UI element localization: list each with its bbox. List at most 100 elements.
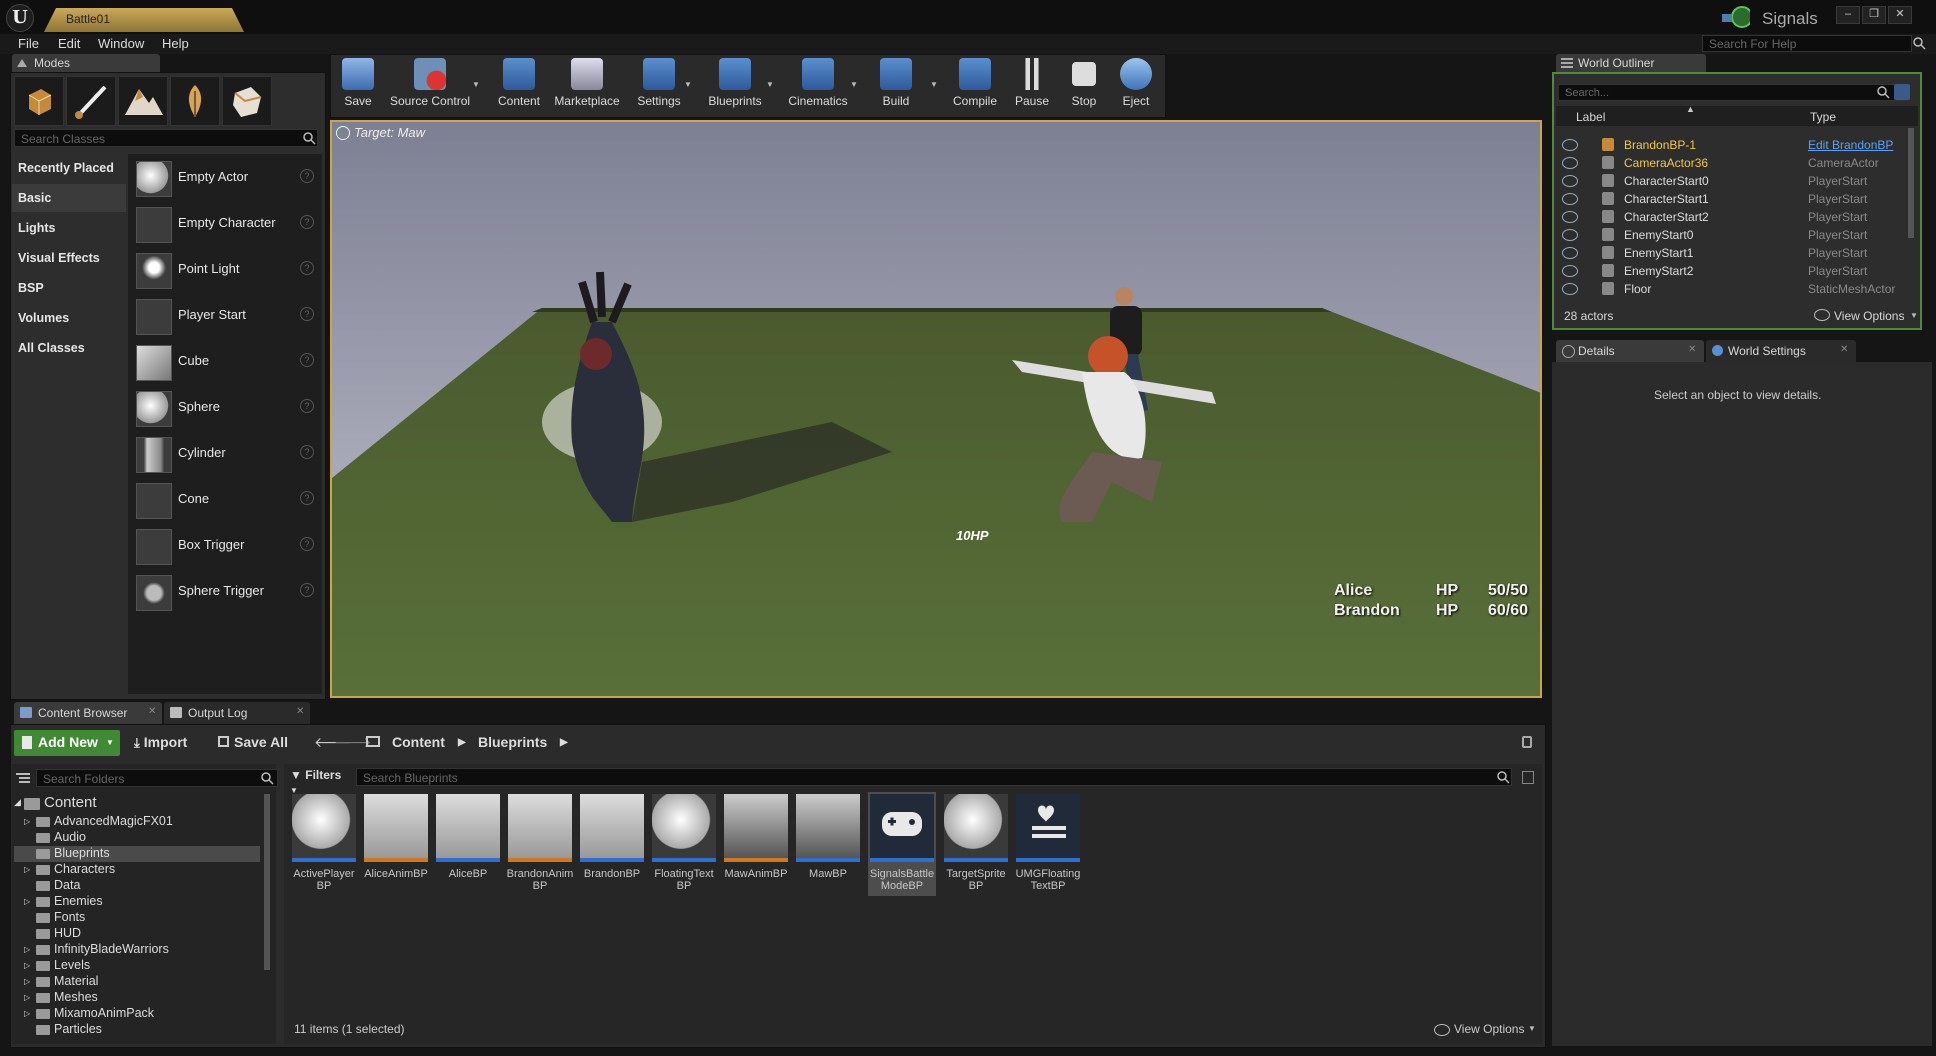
visibility-eye-icon[interactable]: [1562, 211, 1578, 223]
close-tab-icon[interactable]: ✕: [148, 706, 156, 717]
asset-tile[interactable]: ActivePlayer BP: [290, 792, 358, 896]
visibility-eye-icon[interactable]: [1562, 193, 1578, 205]
save-button[interactable]: Save: [340, 58, 376, 114]
collapsed-arrow-icon[interactable]: ▷: [24, 961, 30, 970]
help-icon[interactable]: ?: [300, 537, 314, 551]
blueprints-button[interactable]: Blueprints: [704, 58, 766, 114]
search-folders-input[interactable]: Search Folders: [36, 769, 278, 787]
help-search-input[interactable]: Search For Help: [1702, 35, 1912, 52]
chevron-down-icon[interactable]: ▼: [1528, 1024, 1536, 1033]
eject-button[interactable]: Eject: [1116, 58, 1156, 114]
stop-button[interactable]: Stop: [1064, 58, 1104, 114]
cinematics-dropdown-icon[interactable]: ▼: [850, 80, 858, 89]
chevron-right-icon[interactable]: ▶: [560, 737, 568, 748]
asset-tile[interactable]: BrandonAnim BP: [506, 792, 574, 896]
asset-tile[interactable]: AliceBP: [434, 792, 502, 896]
help-icon[interactable]: ?: [300, 445, 314, 459]
help-icon[interactable]: ?: [300, 261, 314, 275]
asset-tile[interactable]: MawAnimBP: [722, 792, 790, 896]
folder-item[interactable]: ▷ InfinityBladeWarriors: [14, 942, 260, 958]
category-lights[interactable]: Lights: [12, 214, 126, 242]
close-window-button[interactable]: ✕: [1888, 6, 1912, 24]
search-classes-input[interactable]: Search Classes: [14, 129, 318, 147]
class-item[interactable]: Box Trigger?: [132, 522, 320, 568]
type-column-header[interactable]: Type: [1810, 110, 1836, 124]
expanded-arrow-icon[interactable]: ◢: [14, 797, 21, 808]
chevron-down-icon[interactable]: ▼: [1910, 311, 1918, 320]
outliner-row[interactable]: CharacterStart1 PlayerStart: [1556, 190, 1908, 208]
asset-tile[interactable]: FloatingText BP: [650, 792, 718, 896]
marketplace-button[interactable]: Marketplace: [552, 58, 622, 114]
settings-dropdown-icon[interactable]: ▼: [684, 80, 692, 89]
breadcrumb-content[interactable]: Content: [392, 734, 445, 750]
save-all-button[interactable]: Save All: [218, 734, 288, 750]
class-item[interactable]: Cube?: [132, 338, 320, 384]
outliner-row[interactable]: CharacterStart0 PlayerStart: [1556, 172, 1908, 190]
paint-mode-button[interactable]: [66, 76, 116, 126]
category-bsp[interactable]: BSP: [12, 274, 126, 302]
outliner-row[interactable]: CharacterStart2 PlayerStart: [1556, 208, 1908, 226]
asset-view-options[interactable]: View Options: [1454, 1022, 1524, 1036]
folder-item[interactable]: Fonts: [14, 910, 260, 926]
collapsed-arrow-icon[interactable]: ▷: [24, 897, 30, 906]
modes-tab[interactable]: Modes: [12, 54, 160, 72]
asset-tile-selected[interactable]: SignalsBattle ModeBP: [868, 792, 936, 896]
import-button[interactable]: ⤓ Import: [134, 734, 187, 751]
folder-item[interactable]: ▷ Meshes: [14, 990, 260, 1006]
menu-file[interactable]: File: [12, 34, 45, 54]
collapsed-arrow-icon[interactable]: ▷: [24, 1009, 30, 1018]
landscape-mode-button[interactable]: [118, 76, 168, 126]
search-icon[interactable]: [1912, 36, 1926, 50]
folder-item[interactable]: Particles: [14, 1022, 260, 1038]
breadcrumb-blueprints[interactable]: Blueprints: [478, 734, 547, 750]
level-tab[interactable]: Battle01: [44, 8, 244, 32]
visibility-eye-icon[interactable]: [1562, 229, 1578, 241]
visibility-eye-icon[interactable]: [1562, 175, 1578, 187]
folder-item[interactable]: ▷ Material: [14, 974, 260, 990]
lock-icon[interactable]: [1522, 736, 1532, 748]
category-volumes[interactable]: Volumes: [12, 304, 126, 332]
details-tab[interactable]: Details ✕: [1556, 340, 1704, 362]
help-icon[interactable]: ?: [300, 399, 314, 413]
blueprints-dropdown-icon[interactable]: ▼: [766, 80, 774, 89]
visibility-eye-icon[interactable]: [1562, 139, 1578, 151]
collapsed-arrow-icon[interactable]: ▷: [24, 865, 30, 874]
place-mode-button[interactable]: [14, 76, 64, 126]
source-control-dropdown-icon[interactable]: ▼: [472, 80, 480, 89]
build-button[interactable]: Build: [876, 58, 916, 114]
help-icon[interactable]: ?: [300, 491, 314, 505]
close-tab-icon[interactable]: ✕: [1840, 344, 1848, 355]
edit-blueprint-link[interactable]: Edit BrandonBP: [1808, 138, 1893, 152]
compile-button[interactable]: Compile: [950, 58, 1000, 114]
visibility-eye-icon[interactable]: [1562, 265, 1578, 277]
geometry-mode-button[interactable]: [222, 76, 272, 126]
close-tab-icon[interactable]: ✕: [1688, 344, 1696, 355]
category-visual-effects[interactable]: Visual Effects: [12, 244, 126, 272]
folder-item[interactable]: Audio: [14, 830, 260, 846]
asset-tile[interactable]: TargetSprite BP: [942, 792, 1010, 896]
filters-button[interactable]: ▼ Filters ▼: [290, 768, 350, 795]
outliner-scrollbar[interactable]: [1908, 128, 1914, 238]
help-icon[interactable]: ?: [300, 307, 314, 321]
outliner-row[interactable]: BrandonBP-1 Edit BrandonBP: [1556, 136, 1908, 154]
chevron-right-icon[interactable]: ▶: [458, 737, 466, 748]
category-basic[interactable]: Basic: [12, 184, 126, 212]
category-recently-placed[interactable]: Recently Placed: [12, 154, 126, 182]
class-item[interactable]: Empty Actor?: [132, 154, 320, 200]
help-icon[interactable]: ?: [300, 169, 314, 183]
help-icon[interactable]: ?: [300, 353, 314, 367]
search-assets-input[interactable]: Search Blueprints: [356, 768, 1512, 786]
save-search-icon[interactable]: [1522, 771, 1534, 784]
menu-window[interactable]: Window: [92, 34, 150, 54]
class-item[interactable]: Cylinder?: [132, 430, 320, 476]
folder-item[interactable]: ▷ AdvancedMagicFX01: [14, 814, 260, 830]
folder-item[interactable]: ▷ Levels: [14, 958, 260, 974]
folder-item[interactable]: ▷ Characters: [14, 862, 260, 878]
class-item[interactable]: Cone?: [132, 476, 320, 522]
content-button[interactable]: Content: [494, 58, 544, 114]
menu-edit[interactable]: Edit: [52, 34, 86, 54]
visibility-eye-icon[interactable]: [1562, 157, 1578, 169]
outliner-row[interactable]: EnemyStart2 PlayerStart: [1556, 262, 1908, 280]
pause-button[interactable]: Pause: [1012, 58, 1052, 114]
visibility-eye-icon[interactable]: [1562, 283, 1578, 295]
